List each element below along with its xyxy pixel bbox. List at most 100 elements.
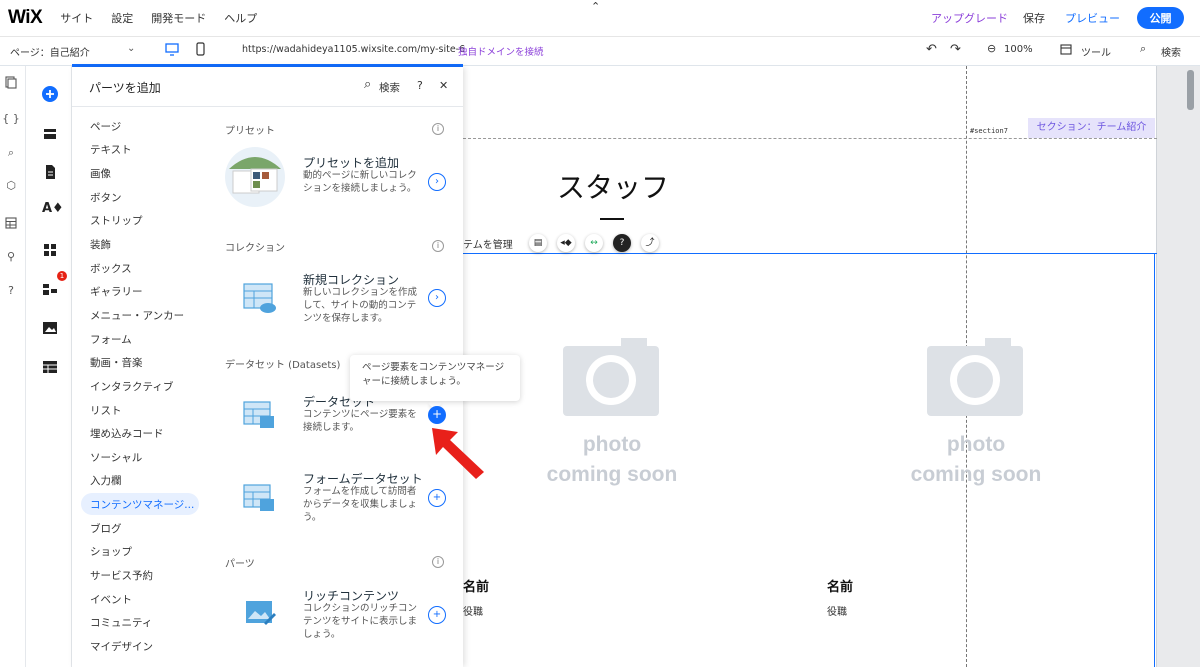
- pages-menu-icon[interactable]: [42, 164, 58, 180]
- info-icon[interactable]: i: [432, 240, 444, 252]
- collection-icon[interactable]: [242, 282, 278, 314]
- section-tag[interactable]: セクション：チーム紹介: [1028, 118, 1155, 138]
- category-item[interactable]: 動画・音楽: [90, 355, 143, 370]
- tools-icon[interactable]: [1060, 44, 1072, 55]
- category-item[interactable]: マイデザイン: [90, 639, 153, 654]
- zoom-out-icon[interactable]: ⊖: [987, 42, 996, 55]
- menu-site[interactable]: サイト: [60, 10, 93, 26]
- scrollbar[interactable]: [1187, 70, 1194, 110]
- add-icon[interactable]: +: [428, 606, 446, 624]
- panel-search-button[interactable]: 検索: [379, 80, 400, 95]
- member-name-1[interactable]: 名前: [463, 576, 489, 595]
- category-item[interactable]: 入力欄: [90, 473, 122, 488]
- close-icon[interactable]: ✕: [439, 79, 448, 92]
- member-role-2[interactable]: 役職: [827, 603, 847, 618]
- preview-button[interactable]: プレビュー: [1065, 10, 1120, 26]
- photo-placeholder-text-1: photo coming soon: [522, 430, 702, 490]
- apps-icon[interactable]: [42, 242, 58, 258]
- zoom-level[interactable]: 100%: [1004, 44, 1033, 55]
- title-underline: [600, 218, 624, 220]
- category-item[interactable]: フォーム: [90, 332, 132, 347]
- category-item[interactable]: ソーシャル: [90, 450, 142, 465]
- category-item-selected[interactable]: コンテンツマネージ...: [90, 497, 194, 512]
- wrench-icon[interactable]: ⚲: [0, 250, 22, 263]
- photo-text-line1: photo: [946, 433, 1006, 456]
- help-icon[interactable]: ?: [0, 284, 22, 297]
- info-icon[interactable]: i: [432, 123, 444, 135]
- photo-text-line2: coming soon: [546, 463, 678, 486]
- menu-help[interactable]: ヘルプ: [224, 10, 257, 26]
- mobile-icon[interactable]: [196, 42, 205, 56]
- annotation-arrow-icon: [432, 428, 484, 479]
- add-dataset-button[interactable]: +: [428, 406, 446, 424]
- menu-dev-mode[interactable]: 開発モード: [151, 10, 206, 26]
- business-icon[interactable]: [42, 281, 58, 297]
- page-select[interactable]: ページ：自己紹介: [10, 44, 90, 59]
- member-role-1[interactable]: 役職: [463, 603, 483, 618]
- dataset-icon[interactable]: [242, 400, 278, 432]
- help-circle-icon[interactable]: ?: [613, 234, 631, 252]
- category-item[interactable]: 埋め込みコード: [90, 426, 164, 441]
- category-item[interactable]: ページ: [90, 119, 121, 134]
- category-item[interactable]: ブログ: [90, 521, 122, 536]
- wix-logo[interactable]: WiX: [8, 7, 43, 29]
- category-item[interactable]: ボックス: [90, 261, 132, 276]
- redo-icon[interactable]: ↷: [950, 42, 961, 57]
- editor-toolbar: ページ：自己紹介 ⌄ https://wadahideya1105.wixsit…: [0, 36, 1200, 66]
- category-item[interactable]: ギャラリー: [90, 284, 143, 299]
- staff-title[interactable]: スタッフ: [557, 166, 669, 206]
- arrow-right-icon[interactable]: ›: [428, 173, 446, 191]
- table-icon[interactable]: [5, 217, 17, 229]
- rich-content-icon[interactable]: [242, 597, 278, 629]
- sections-icon[interactable]: [42, 126, 58, 142]
- tools-button[interactable]: ツール: [1081, 44, 1111, 59]
- card-description: コンテンツにページ要素を接続します。: [303, 409, 417, 433]
- arrow-right-icon[interactable]: ›: [428, 289, 446, 307]
- category-item[interactable]: テキスト: [90, 142, 132, 157]
- upgrade-link[interactable]: アップグレード: [931, 10, 1008, 26]
- category-item[interactable]: 画像: [90, 166, 111, 181]
- save-button[interactable]: 保存: [1023, 10, 1045, 26]
- category-item[interactable]: コミュニティ: [90, 615, 152, 630]
- category-item[interactable]: メニュー・アンカー: [90, 308, 184, 323]
- info-icon[interactable]: i: [432, 556, 444, 568]
- search-icon[interactable]: ⌕: [364, 77, 371, 92]
- manage-items-button[interactable]: テムを管理: [463, 236, 513, 251]
- category-item[interactable]: ストリップ: [90, 213, 143, 228]
- code-icon[interactable]: { }: [0, 112, 22, 125]
- search-icon[interactable]: ⌕: [1140, 42, 1146, 56]
- animation-icon[interactable]: ◂◆: [557, 234, 575, 252]
- photo-placeholder-text-2: photo coming soon: [886, 430, 1066, 490]
- design-icon[interactable]: A♦: [42, 201, 64, 216]
- undo-icon[interactable]: ↶: [926, 42, 937, 57]
- layout-icon[interactable]: ▤: [529, 234, 547, 252]
- desktop-icon[interactable]: [165, 43, 179, 56]
- media-icon[interactable]: [42, 320, 58, 336]
- category-item[interactable]: リスト: [90, 403, 122, 418]
- cms-icon[interactable]: [42, 359, 58, 375]
- collapse-chevron-icon[interactable]: ⌃: [591, 0, 600, 13]
- member-name-2[interactable]: 名前: [827, 576, 853, 595]
- category-item[interactable]: イベント: [90, 592, 132, 607]
- stretch-icon[interactable]: ↔: [585, 234, 603, 252]
- chevron-down-icon[interactable]: ⌄: [127, 43, 135, 54]
- category-item[interactable]: 装飾: [90, 237, 111, 252]
- add-icon[interactable]: +: [428, 489, 446, 507]
- connect-data-icon[interactable]: ⤴: [641, 234, 659, 252]
- connect-domain-link[interactable]: 独自ドメインを接続: [458, 44, 544, 58]
- add-elements-icon[interactable]: [42, 86, 58, 102]
- cube-icon[interactable]: ⬡: [0, 179, 22, 192]
- preset-thumbnail[interactable]: [225, 147, 285, 207]
- panel-help-button[interactable]: ?: [417, 79, 423, 92]
- menu-settings[interactable]: 設定: [111, 10, 133, 26]
- search-button[interactable]: 検索: [1161, 44, 1181, 59]
- category-item[interactable]: サービス予約: [90, 568, 153, 583]
- section-label-collection: コレクション: [225, 243, 285, 254]
- category-item[interactable]: ショップ: [90, 544, 132, 559]
- publish-button[interactable]: 公開: [1137, 7, 1184, 29]
- category-item[interactable]: ボタン: [90, 190, 122, 205]
- search-icon[interactable]: ⌕: [0, 146, 22, 160]
- pages-icon[interactable]: [5, 76, 17, 89]
- form-dataset-icon[interactable]: [242, 483, 278, 515]
- category-item[interactable]: インタラクティブ: [90, 379, 173, 394]
